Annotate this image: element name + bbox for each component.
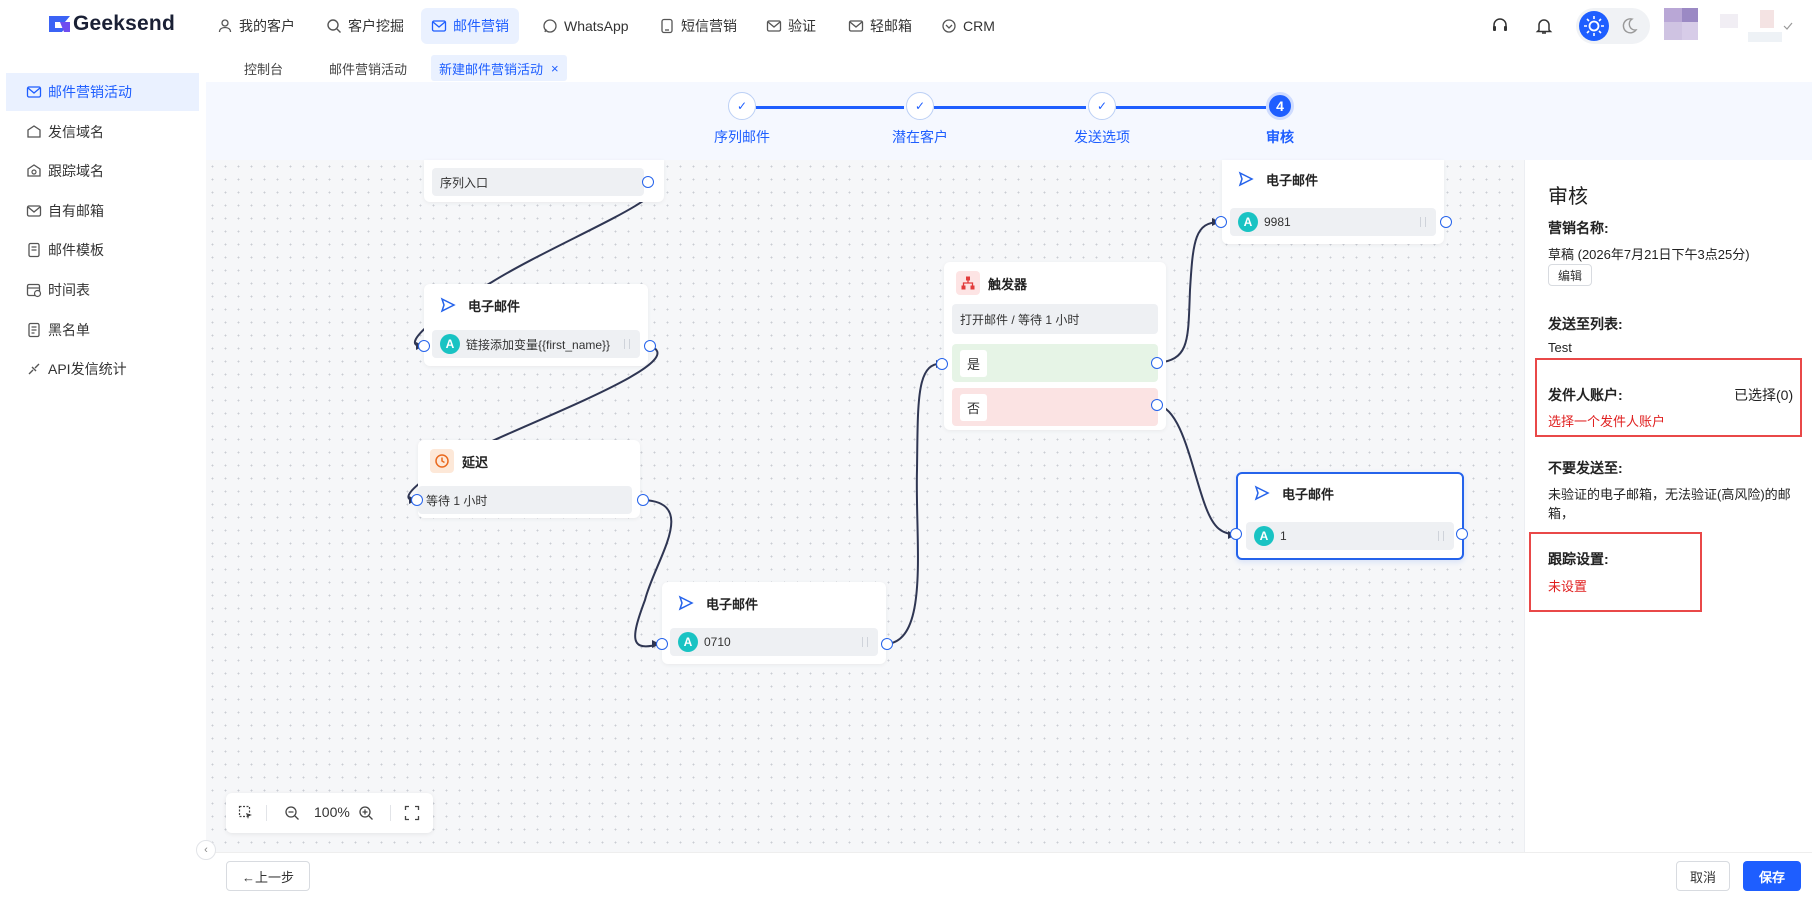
panel-divider — [1524, 160, 1525, 852]
delay-row[interactable]: 等待 1 小时 — [418, 486, 632, 514]
canvas-zoom-toolbar: 100% — [226, 793, 433, 833]
cancel-button[interactable]: 取消 — [1676, 861, 1730, 891]
email-node-3[interactable]: 电子邮件 A 9981 — [1222, 160, 1444, 244]
zoom-in-icon[interactable] — [358, 805, 374, 821]
node-title: 电子邮件 — [1266, 172, 1319, 188]
email-row[interactable]: A 9981 — [1230, 208, 1436, 236]
delay-duration: 等待 1 小时 — [426, 493, 488, 508]
no-output-port[interactable] — [1151, 399, 1163, 411]
branch-no-label: 否 — [960, 393, 988, 421]
send-icon — [1250, 481, 1274, 505]
footer-bar — [206, 852, 1812, 897]
node-title: 电子邮件 — [706, 596, 759, 612]
divider — [266, 805, 267, 821]
email-node-1[interactable]: 电子邮件 A 链接添加变量{{first_name}} — [424, 284, 648, 366]
tracking-settings-label: 跟踪设置: — [1548, 551, 1609, 567]
node-title: 触发器 — [988, 276, 1028, 292]
sender-account-label: 发件人账户: — [1548, 387, 1623, 403]
edge-no-to-email4 — [1156, 404, 1237, 536]
divider — [390, 805, 391, 821]
entry-output-port[interactable] — [642, 176, 654, 188]
email-node-header: 电子邮件 — [1250, 482, 1334, 504]
tracking-highlight-box — [1529, 532, 1702, 612]
email2-input-port[interactable] — [656, 638, 668, 650]
send-list-label: 发送至列表: — [1548, 316, 1623, 332]
sender-avatar: A — [440, 334, 460, 354]
campaign-name-label: 营销名称: — [1548, 220, 1609, 236]
email-row[interactable]: A 链接添加变量{{first_name}} — [432, 330, 640, 358]
email4-input-port[interactable] — [1230, 528, 1242, 540]
email-node-header: 电子邮件 — [1234, 168, 1318, 190]
email-subject: 链接添加变量{{first_name}} — [466, 337, 611, 352]
exclude-value-line2: 箱， — [1548, 506, 1575, 521]
trigger-node[interactable]: 触发器 打开邮件 / 等待 1 小时 是 否 — [944, 262, 1166, 430]
email-subject: 1 — [1280, 529, 1287, 543]
delay-node[interactable]: 延迟 等待 1 小时 — [418, 440, 640, 518]
entry-label: 序列入口 — [440, 175, 489, 190]
email1-output-port[interactable] — [644, 340, 656, 352]
sender-avatar: A — [1238, 212, 1258, 232]
zoom-out-icon[interactable] — [284, 805, 300, 821]
email3-input-port[interactable] — [1215, 216, 1227, 228]
hierarchy-icon — [956, 271, 980, 295]
save-button[interactable]: 保存 — [1743, 861, 1801, 891]
fullscreen-icon[interactable] — [404, 805, 420, 821]
select-cursor-icon[interactable] — [238, 805, 254, 821]
panel-title: 审核 — [1548, 186, 1588, 208]
email2-output-port[interactable] — [881, 638, 893, 650]
sender-selected-count[interactable]: 已选择(0) — [1734, 385, 1793, 405]
trigger-condition[interactable]: 打开邮件 / 等待 1 小时 — [952, 304, 1158, 334]
email-subject: 0710 — [704, 635, 731, 649]
sender-avatar: A — [1254, 526, 1274, 546]
collapse-sidebar-icon[interactable]: ‹ — [196, 840, 216, 860]
delay-input-port[interactable] — [411, 494, 423, 506]
email3-output-port[interactable] — [1440, 216, 1452, 228]
sender-avatar: A — [678, 632, 698, 652]
edge-email2-to-trigger — [886, 362, 945, 645]
trigger-branch-no[interactable]: 否 — [952, 388, 1158, 426]
exclude-label: 不要发送至: — [1548, 460, 1623, 476]
campaign-name-value: 草稿 (2026年7月21日下午3点25分) — [1548, 247, 1750, 262]
email-row[interactable]: A 0710 — [670, 628, 878, 656]
trigger-node-header: 触发器 — [956, 271, 1028, 295]
delay-output-port[interactable] — [637, 494, 649, 506]
email-node-2[interactable]: 电子邮件 A 0710 — [662, 582, 886, 664]
drag-handle-icon[interactable] — [862, 637, 868, 647]
entry-row: 序列入口 — [432, 168, 644, 196]
node-title: 电子邮件 — [468, 298, 521, 314]
yes-output-port[interactable] — [1151, 357, 1163, 369]
branch-yes-label: 是 — [960, 349, 988, 377]
send-icon — [1234, 167, 1258, 191]
email-node-header: 电子邮件 — [674, 592, 758, 614]
send-icon — [674, 591, 698, 615]
select-sender-link[interactable]: 选择一个发件人账户 — [1548, 411, 1665, 430]
exclude-value-line1: 未验证的电子邮箱，无法验证(高风险)的邮 — [1548, 487, 1791, 502]
clock-icon — [430, 449, 454, 473]
trigger-branch-yes[interactable]: 是 — [952, 344, 1158, 382]
node-title: 电子邮件 — [1282, 486, 1335, 502]
email-subject: 9981 — [1264, 215, 1291, 229]
email4-output-port[interactable] — [1456, 528, 1468, 540]
sequence-entry-node[interactable]: 序列入口 — [424, 160, 664, 202]
tracking-settings-value[interactable]: 未设置 — [1548, 576, 1587, 595]
drag-handle-icon[interactable] — [624, 339, 630, 349]
edit-campaign-name-button[interactable]: 编辑 — [1548, 264, 1592, 286]
node-title: 延迟 — [462, 454, 489, 470]
previous-step-button[interactable]: ←上一步 — [226, 861, 310, 891]
trigger-input-port[interactable] — [936, 358, 948, 370]
email1-input-port[interactable] — [418, 340, 430, 352]
send-list-value: Test — [1548, 340, 1572, 355]
drag-handle-icon[interactable] — [1438, 531, 1444, 541]
zoom-level: 100% — [314, 804, 350, 820]
drag-handle-icon[interactable] — [1420, 217, 1426, 227]
trigger-condition-label: 打开邮件 / 等待 1 小时 — [960, 312, 1080, 327]
email-node-4-selected[interactable]: 电子邮件 A 1 — [1236, 472, 1464, 560]
delay-node-header: 延迟 — [430, 449, 489, 473]
send-icon — [436, 293, 460, 317]
email-row[interactable]: A 1 — [1246, 522, 1454, 550]
email-node-header: 电子邮件 — [436, 294, 520, 316]
edge-yes-to-email3 — [1156, 221, 1221, 364]
